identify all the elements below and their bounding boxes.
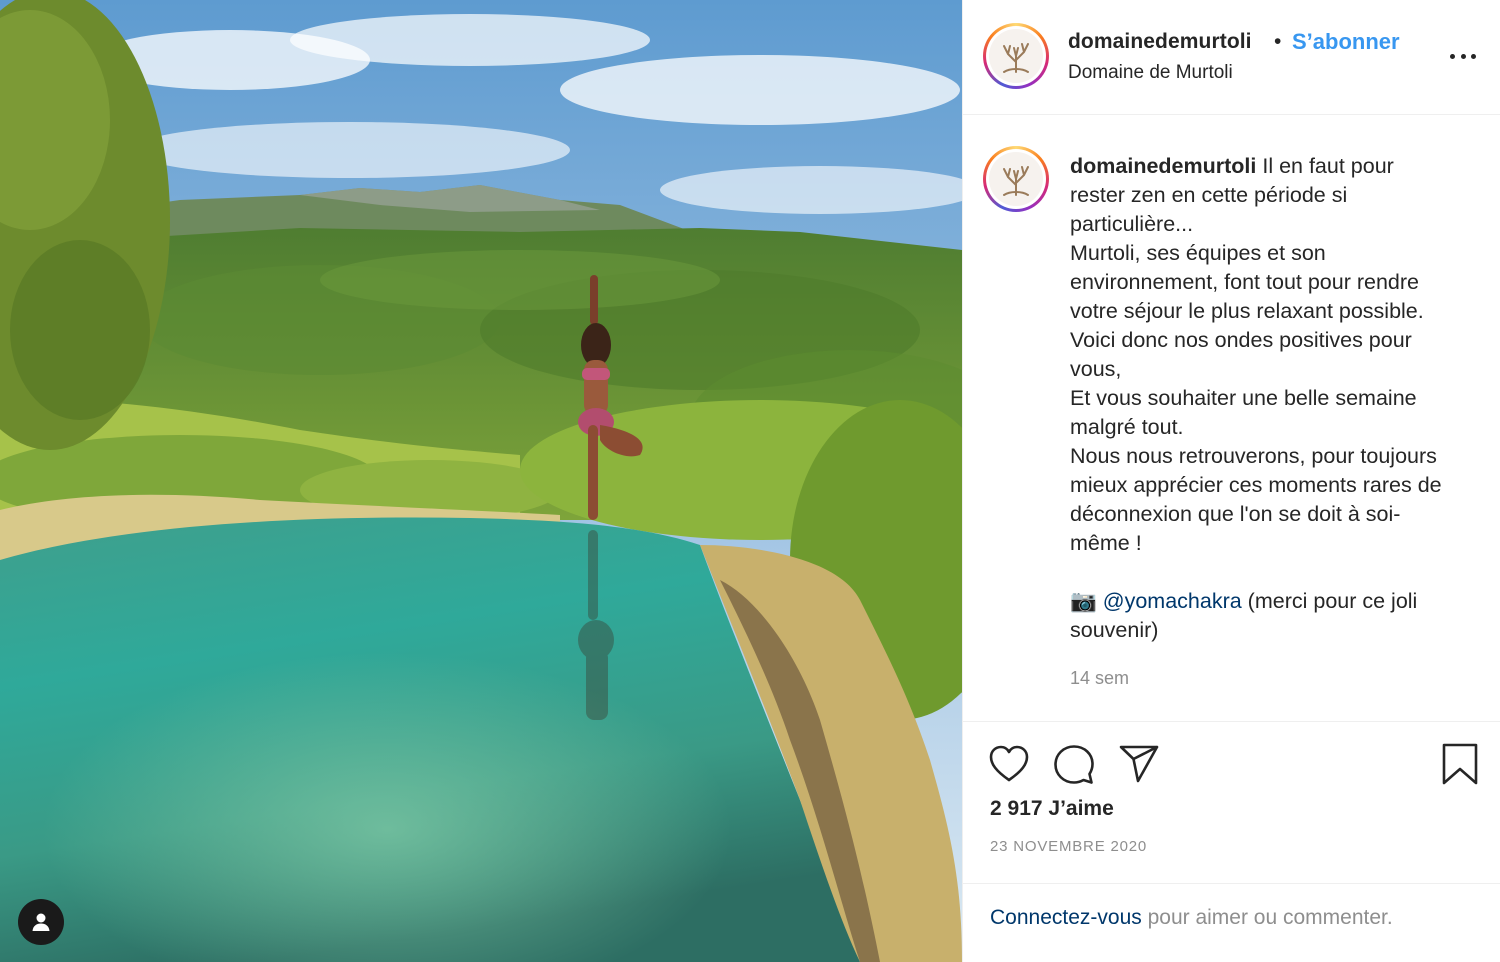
caption-line: vous, bbox=[1070, 357, 1122, 381]
post-side-panel: domainedemurtoli • S’abonner Domaine de … bbox=[962, 0, 1500, 962]
caption-text: domainedemurtoli Il en faut pour rester … bbox=[1070, 152, 1485, 645]
post-header: domainedemurtoli • S’abonner Domaine de … bbox=[963, 0, 1500, 115]
caption-username[interactable]: domainedemurtoli bbox=[1070, 154, 1256, 178]
mention-link[interactable]: @yomachakra bbox=[1103, 589, 1242, 613]
avatar[interactable] bbox=[983, 23, 1049, 89]
caption-line: même ! bbox=[1070, 531, 1142, 555]
credit-text: (merci pour ce joli bbox=[1241, 589, 1418, 613]
header-username[interactable]: domainedemurtoli bbox=[1068, 30, 1252, 54]
caption-line: Murtoli, ses équipes et son bbox=[1070, 241, 1326, 265]
caption-line: déconnexion que l'on se doit à soi- bbox=[1070, 502, 1401, 526]
coral-logo-icon bbox=[1003, 43, 1029, 73]
login-prompt: Connectez-vous pour aimer ou commenter. bbox=[963, 883, 1500, 962]
caption-avatar[interactable] bbox=[983, 146, 1049, 212]
caption-line: particulière... bbox=[1070, 212, 1194, 236]
credit-text: souvenir) bbox=[1070, 618, 1159, 642]
heart-icon[interactable] bbox=[988, 744, 1030, 789]
caption-line: Et vous souhaiter une belle semaine bbox=[1070, 386, 1417, 410]
caption-line: environnement, font tout pour rendre bbox=[1070, 270, 1419, 294]
caption-line: mieux apprécier ces moments rares de bbox=[1070, 473, 1442, 497]
time-ago[interactable]: 14 sem bbox=[1070, 668, 1129, 689]
separator-dot: • bbox=[1274, 30, 1282, 53]
location-link[interactable]: Domaine de Murtoli bbox=[1068, 62, 1233, 84]
login-link[interactable]: Connectez-vous bbox=[990, 906, 1142, 929]
camera-emoji-icon: 📷 bbox=[1070, 589, 1097, 613]
caption-line: Voici donc nos ondes positives pour bbox=[1070, 328, 1412, 352]
paper-plane-icon[interactable] bbox=[1118, 744, 1160, 789]
post-photo[interactable] bbox=[0, 0, 962, 962]
comment-bubble-icon[interactable] bbox=[1053, 744, 1095, 791]
caption-line: Nous nous retrouverons, pour toujours bbox=[1070, 444, 1437, 468]
caption-line: rester zen en cette période si bbox=[1070, 183, 1348, 207]
caption-line: votre séjour le plus relaxant possible. bbox=[1070, 299, 1424, 323]
post-date: 23 NOVEMBRE 2020 bbox=[990, 838, 1148, 855]
user-tag-button[interactable] bbox=[18, 899, 64, 945]
follow-button[interactable]: S’abonner bbox=[1292, 29, 1400, 55]
user-silhouette-icon bbox=[32, 913, 50, 931]
bookmark-icon[interactable] bbox=[1441, 742, 1479, 791]
caption-area: domainedemurtoli Il en faut pour rester … bbox=[963, 116, 1500, 720]
yoga-pool-landscape-image bbox=[0, 0, 962, 962]
login-text: Connectez-vous pour aimer ou commenter. bbox=[990, 906, 1393, 930]
login-rest-text: pour aimer ou commenter. bbox=[1141, 906, 1393, 929]
caption-line: Il en faut pour bbox=[1262, 154, 1394, 178]
coral-logo-icon bbox=[1003, 166, 1029, 196]
more-options-icon[interactable] bbox=[1450, 46, 1476, 66]
likes-count[interactable]: 2 917 J’aime bbox=[990, 797, 1114, 821]
actions-area: 2 917 J’aime 23 NOVEMBRE 2020 bbox=[963, 721, 1500, 883]
caption-line: malgré tout. bbox=[1070, 415, 1184, 439]
